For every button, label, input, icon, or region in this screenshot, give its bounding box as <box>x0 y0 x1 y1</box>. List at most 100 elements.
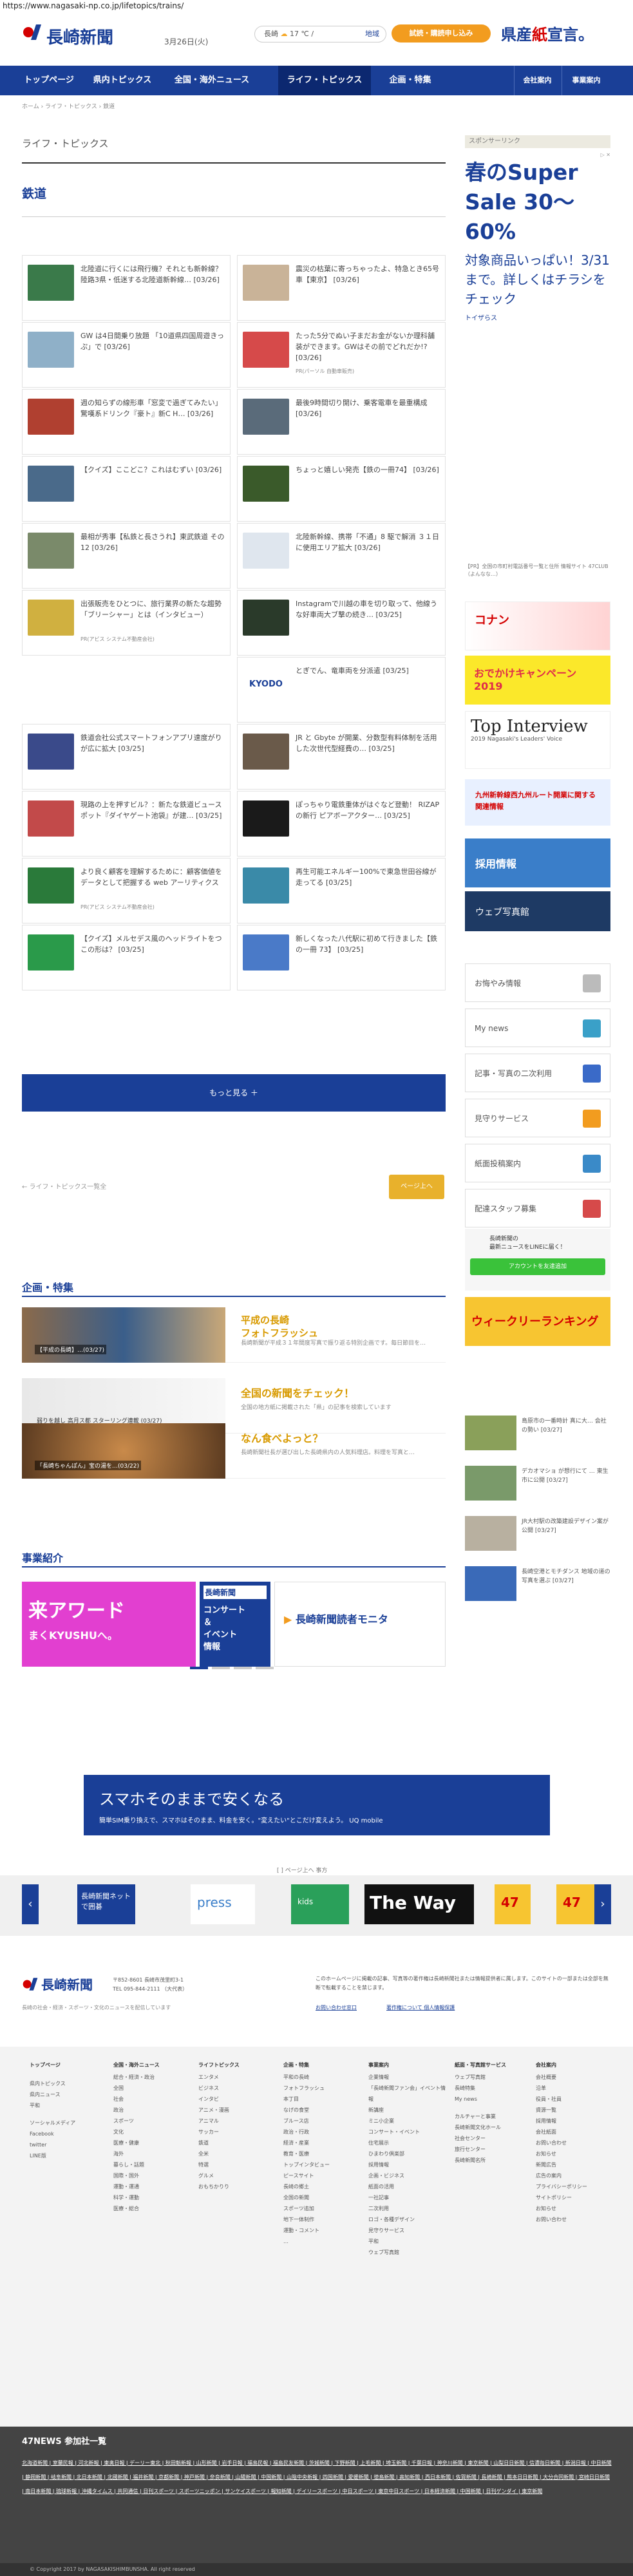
nav-zenkoku-news[interactable]: 全国・海外ニュース <box>169 66 255 95</box>
sitemap-link[interactable]: 新聞広告 <box>536 2159 613 2170</box>
sitemap-link[interactable]: ロゴ・各種デザイン <box>368 2214 446 2225</box>
sitemap-link[interactable]: 長崎特集 <box>455 2083 532 2094</box>
article-thumbnail[interactable] <box>28 466 74 502</box>
service-5[interactable]: 配達スタッフ募集 <box>465 1189 610 1227</box>
sitemap-link[interactable]: 特選 <box>198 2159 276 2170</box>
ad-web-photo[interactable]: ウェブ写真館 <box>465 891 610 931</box>
article-thumbnail[interactable] <box>243 533 289 569</box>
ad-saiyo[interactable]: 採用情報 <box>465 838 610 887</box>
sitemap-link[interactable]: サッカー <box>198 2126 276 2137</box>
article-card[interactable]: 最相が秀事【私鉄と長さうれ】東武鉄道 その12 [03/26] <box>22 523 231 589</box>
sitemap-link[interactable]: 鉄道 <box>198 2137 276 2148</box>
nav-company[interactable]: 会社案内 <box>514 66 560 95</box>
sitemap-link[interactable]: twitter <box>30 2139 107 2150</box>
sitemap-heading[interactable]: 事業案内 <box>368 2060 446 2070</box>
ad-kohaku[interactable]: コナン <box>465 601 610 650</box>
side-news-thumb[interactable] <box>465 1516 516 1551</box>
article-title[interactable]: 北陸新幹線、携帯「不通」8 駆で解消 ３１日に使用エリア拡大 [03/26] <box>296 531 441 553</box>
footer-logo[interactable]: 長崎新聞 <box>41 1975 93 1993</box>
sitemap-link[interactable]: カルチャーと事業 <box>455 2111 532 2122</box>
article-card[interactable]: 震災の枯葉に寄っちゃったよ、特急とき65号車【東京】 [03/26] <box>237 255 446 321</box>
sitemap-heading[interactable]: 全国・海外ニュース <box>113 2060 191 2070</box>
carousel-right-icon[interactable]: › <box>594 1884 611 1924</box>
breadcrumb[interactable]: ホーム › ライフ・トピックス › 鉄道 <box>22 102 115 110</box>
article-thumbnail[interactable] <box>28 399 74 435</box>
banner-concert[interactable]: 長崎新聞 コンサート ＆ イベント 情報 <box>200 1582 270 1667</box>
sitemap-link[interactable]: お知らせ <box>536 2203 613 2214</box>
partner-igo[interactable]: 長崎新聞ネットで囲碁 <box>77 1884 135 1924</box>
sitemap-link[interactable]: ウェブ写真館 <box>455 2072 532 2083</box>
sitemap-link[interactable]: 企業情報 <box>368 2072 446 2083</box>
sitemap-link[interactable]: 住宅展示 <box>368 2137 446 2148</box>
sitemap-heading[interactable]: 企画・特集 <box>283 2060 361 2070</box>
sitemap-link[interactable]: 地下一体制作 <box>283 2214 361 2225</box>
article-thumbnail[interactable] <box>28 867 74 904</box>
article-title[interactable]: 週の知らずの線形車「窓変で過ぎてみたい」 驚嘆系ドリンク『豪ト』新C H… [0… <box>80 397 226 419</box>
sitemap-link[interactable]: My news <box>455 2094 532 2105</box>
article-card[interactable]: JR と Gbyte が開業、分数型有料体制を活用した次世代型経費の… [03/… <box>237 724 446 790</box>
sitemap-link[interactable]: 政治・行政 <box>283 2126 361 2137</box>
article-thumbnail[interactable] <box>28 934 74 971</box>
article-title[interactable]: とぎでん、竜車両を分派遣 [03/25] <box>296 665 441 676</box>
article-card[interactable]: 北陸道に行くには飛行機？それとも新幹線？陸路3県・低迷する北陸道新幹線… [03… <box>22 255 231 321</box>
article-title[interactable]: 鉄道会社公式スマートフォンアプリ速度がりが広に拡大 [03/25] <box>80 732 226 754</box>
sitemap-link[interactable]: 海外 <box>113 2148 191 2159</box>
article-card[interactable]: KYODO とぎでん、竜車両を分派遣 [03/25] <box>237 657 446 723</box>
article-title[interactable]: より良く顧客を理解するために：顧客価値をデータとして把握する web アーリティ… <box>80 866 226 888</box>
site-logo[interactable]: 長崎新聞 <box>46 24 113 48</box>
side-news-title[interactable]: 長崎空港とモチダンス 地域の道の写真を選ぶ [03/27] <box>522 1567 610 1586</box>
adchoices-icon[interactable]: ▷ ✕ <box>465 152 610 158</box>
carousel-dot[interactable] <box>212 1667 230 1669</box>
sitemap-link[interactable]: 全国の新聞 <box>283 2192 361 2203</box>
side-news-thumb[interactable] <box>465 1416 516 1450</box>
carousel-dot[interactable] <box>190 1667 208 1669</box>
sitemap-heading[interactable]: 紙面・写真館サービス <box>455 2060 532 2070</box>
sitemap-link[interactable]: 文化 <box>113 2126 191 2137</box>
more-button[interactable]: もっと見る ＋ <box>22 1074 446 1112</box>
partner-theway[interactable]: The Way <box>364 1884 474 1924</box>
partner-47[interactable]: 47 <box>495 1884 531 1924</box>
sitemap-link[interactable]: 暮らし・話題 <box>113 2159 191 2170</box>
uq-mobile-ad[interactable]: スマホそのままで安くなる 簡単SIM乗り換えで、スマホはそのまま、料金を安く。"… <box>84 1775 550 1835</box>
article-card[interactable]: ちょっと嬉しい発売【鉄の一冊74】 [03/26] <box>237 456 446 522</box>
article-card[interactable]: 出張販売をひとつに、旅行業界の新たな趨勢「ブリーシャー」とは（インタビュー） PR… <box>22 590 231 656</box>
article-thumbnail[interactable] <box>243 332 289 368</box>
article-title[interactable]: 最相が秀事【私鉄と長さうれ】東武鉄道 その12 [03/26] <box>80 531 226 553</box>
service-0[interactable]: お悔やみ情報 <box>465 963 610 1002</box>
side-news-title[interactable]: 島原市の一番時計 真に大… 会社の勢い [03/27] <box>522 1417 610 1435</box>
sitemap-link[interactable]: ブルース店 <box>283 2116 361 2126</box>
article-card[interactable]: 【クイズ】ここどこ？これはむずい [03/26] <box>22 456 231 522</box>
line-widget[interactable]: 長崎新聞の 最新ニュースをLINEに届く！ アカウントを友達追加 <box>465 1229 610 1291</box>
sitemap-link[interactable]: ウェブ写真館 <box>368 2247 446 2258</box>
line-add-button[interactable]: アカウントを友達追加 <box>470 1258 605 1275</box>
partner-kids[interactable]: kids <box>291 1884 349 1924</box>
article-title[interactable]: Instagramで川越の車を切り取って、他線うな好車両大ブ撃の続き… [03/… <box>296 598 441 620</box>
pr-label[interactable]: [ ] ページ上へ 事方 <box>277 1866 327 1874</box>
sitemap-link[interactable]: 旅行センター <box>455 2144 532 2155</box>
article-card[interactable]: 最後9時間切り開け、乗客電車を最重構成 [03/26] <box>237 389 446 455</box>
sitemap-link[interactable]: 運動・コメント <box>283 2225 361 2236</box>
sitemap-link[interactable]: ピースサイト <box>283 2170 361 2181</box>
side-news-title[interactable]: JR大村駅の改築建設デザイン案が公開 [03/27] <box>522 1517 610 1535</box>
sitemap-link[interactable]: お知らせ <box>536 2148 613 2159</box>
sitemap-link[interactable]: 県内トピックス <box>30 2078 107 2089</box>
carousel-dot[interactable] <box>256 1667 274 1669</box>
side-news-item[interactable]: 島原市の一番時計 真に大… 会社の勢い [03/27] <box>465 1414 610 1452</box>
sitemap-link[interactable]: 資源一覧 <box>536 2105 613 2116</box>
sitemap-link[interactable]: アニメ・漫画 <box>198 2105 276 2116</box>
sitemap-link[interactable]: 採用情報 <box>536 2116 613 2126</box>
banner-award[interactable]: 来アワード まくKYUSHUへ。 <box>22 1582 196 1667</box>
nav-business[interactable]: 事業案内 <box>562 66 610 95</box>
sitemap-link[interactable]: コンサート・イベント <box>368 2126 446 2137</box>
feature-item[interactable]: 【平成の長崎】…(03/27) 平成の長崎 フォトフラッシュ 長崎新聞が平成３１… <box>22 1307 446 1363</box>
sitemap-link[interactable]: 教育・医療 <box>283 2148 361 2159</box>
footer-logo-mark-icon[interactable] <box>22 1976 39 1993</box>
footer-policy-link[interactable]: 著作権について 個人情報保護 <box>386 2004 455 2011</box>
article-title[interactable]: 最後9時間切り開け、乗客電車を最重構成 [03/26] <box>296 397 441 419</box>
footer-contact-link[interactable]: お問い合わせ窓口 <box>316 2004 357 2011</box>
partner-carousel[interactable]: ‹ 長崎新聞ネットで囲碁 press kids The Way 47 47 › <box>0 1875 633 1936</box>
carousel-dots[interactable] <box>190 1663 278 1671</box>
sitemap-link[interactable]: 総合・経済・政治 <box>113 2072 191 2083</box>
region-link[interactable]: 地域 <box>365 26 379 42</box>
weather-widget[interactable]: 長崎 ☁ 17 ℃ / 地域 <box>254 26 386 43</box>
